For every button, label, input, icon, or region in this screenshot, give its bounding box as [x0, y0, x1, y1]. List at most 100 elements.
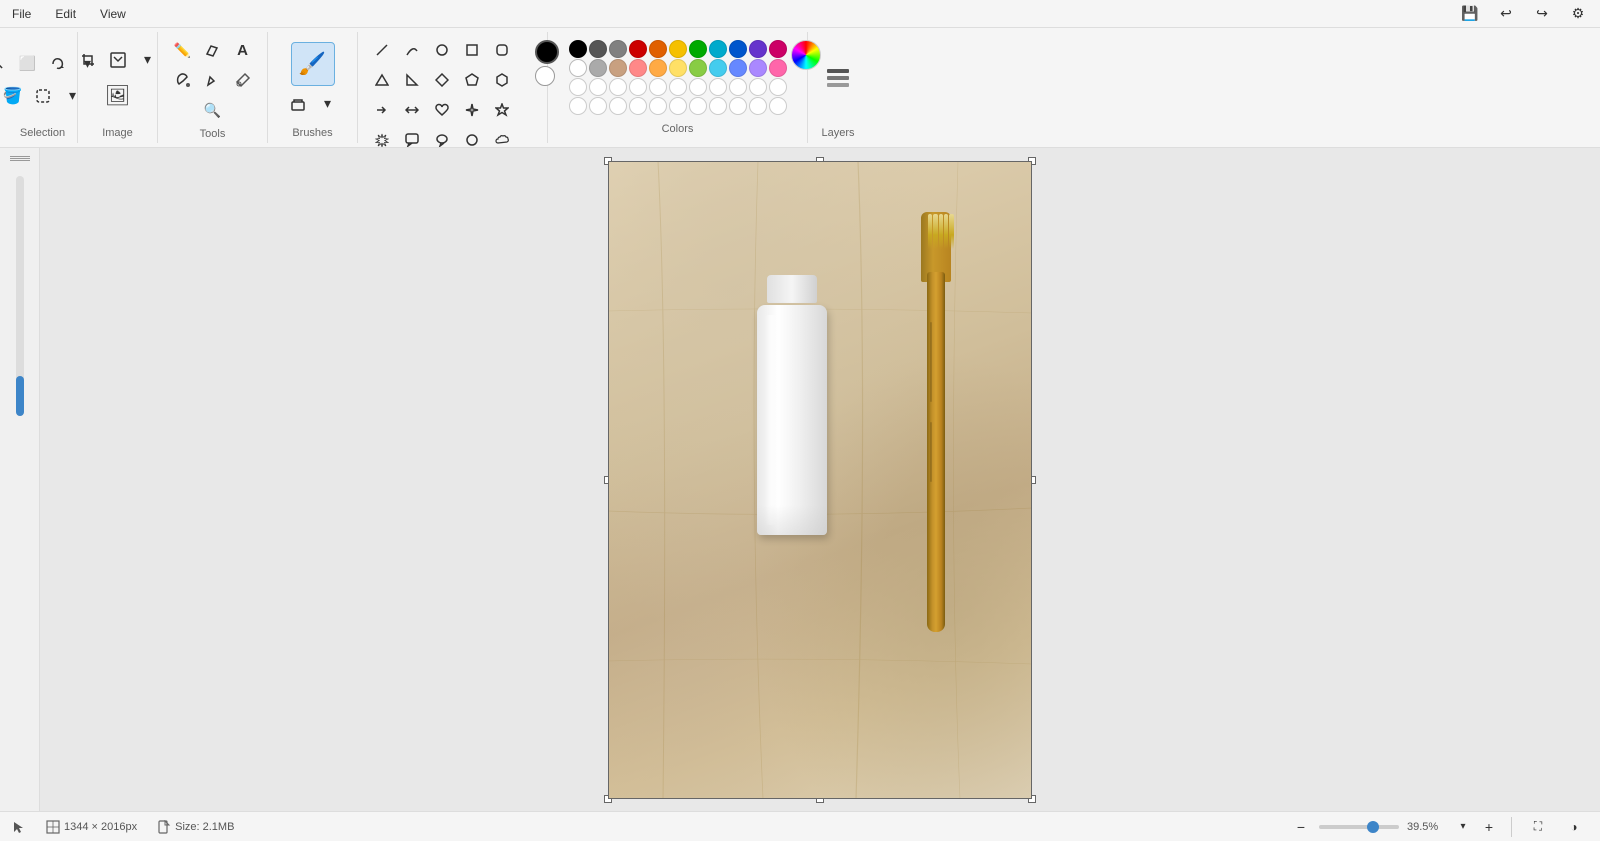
color-light-green[interactable] — [689, 59, 707, 77]
curve-tool[interactable] — [398, 36, 426, 64]
color-light-red[interactable] — [629, 59, 647, 77]
triangle-tool[interactable] — [368, 66, 396, 94]
menu-view[interactable]: View — [96, 5, 130, 23]
color-f2[interactable] — [589, 97, 607, 115]
color-e5[interactable] — [649, 78, 667, 96]
color-e2[interactable] — [589, 78, 607, 96]
color-light-pink[interactable] — [769, 59, 787, 77]
text-tool[interactable]: A — [229, 36, 257, 64]
color-light-purple[interactable] — [749, 59, 767, 77]
cursor-tool[interactable]: ↖ — [0, 50, 12, 78]
rect-tool[interactable] — [458, 36, 486, 64]
paint-bucket-tool[interactable] — [169, 66, 197, 94]
color-dark-gray[interactable] — [589, 40, 607, 58]
scrollbar-thumb[interactable] — [16, 376, 24, 416]
zoom-out-button[interactable]: − — [1291, 817, 1311, 837]
color-pink[interactable] — [769, 40, 787, 58]
undo-button[interactable]: ↩ — [1492, 0, 1520, 28]
menu-file[interactable]: File — [8, 5, 35, 23]
color-e1[interactable] — [569, 78, 587, 96]
color-light-yellow[interactable] — [669, 59, 687, 77]
heart-tool[interactable] — [428, 96, 456, 124]
zoom-slider[interactable] — [1319, 825, 1399, 829]
pentagon-tool[interactable] — [458, 66, 486, 94]
color-e8[interactable] — [709, 78, 727, 96]
lasso-tool[interactable] — [44, 50, 72, 78]
color-tan[interactable] — [609, 59, 627, 77]
select2-tool[interactable] — [29, 82, 57, 110]
crop-tool[interactable] — [74, 46, 102, 74]
zoom-thumb[interactable] — [1367, 821, 1379, 833]
color-blue[interactable] — [729, 40, 747, 58]
background-color[interactable] — [535, 66, 555, 86]
left-panel — [0, 148, 40, 811]
arrow-tool[interactable] — [368, 96, 396, 124]
menu-edit[interactable]: Edit — [51, 5, 80, 23]
color-e4[interactable] — [629, 78, 647, 96]
pencil-tool[interactable]: ✏️ — [169, 36, 197, 64]
brush-erase[interactable] — [284, 90, 312, 118]
dblarrow-tool[interactable] — [398, 96, 426, 124]
color-e3[interactable] — [609, 78, 627, 96]
color-f8[interactable] — [709, 97, 727, 115]
hexagon-tool[interactable] — [488, 66, 516, 94]
line-tool[interactable] — [368, 36, 396, 64]
color-light-gray[interactable] — [589, 59, 607, 77]
color-f11[interactable] — [769, 97, 787, 115]
color-black[interactable] — [569, 40, 587, 58]
color-light-orange[interactable] — [649, 59, 667, 77]
color-light-blue[interactable] — [729, 59, 747, 77]
fill-color-tool[interactable] — [199, 66, 227, 94]
brush-dropdown[interactable]: ▾ — [314, 90, 342, 118]
rrect-tool[interactable] — [488, 36, 516, 64]
color-yellow[interactable] — [669, 40, 687, 58]
image-adjust[interactable] — [104, 46, 132, 74]
layers-button[interactable] — [818, 55, 858, 105]
eraser-tool[interactable] — [199, 36, 227, 64]
color-e11[interactable] — [769, 78, 787, 96]
rect-select-tool[interactable]: ⬜ — [14, 50, 42, 78]
color-purple[interactable] — [749, 40, 767, 58]
layers-section: Layers — [808, 32, 868, 143]
fill-tool[interactable]: 🪣 — [0, 82, 27, 110]
color-e6[interactable] — [669, 78, 687, 96]
color-f1[interactable] — [569, 97, 587, 115]
color-e7[interactable] — [689, 78, 707, 96]
color-f10[interactable] — [749, 97, 767, 115]
redo-button[interactable]: ↪ — [1528, 0, 1556, 28]
dark-mode-button[interactable]: ◑ — [1560, 813, 1588, 841]
color-f6[interactable] — [669, 97, 687, 115]
brush-main[interactable]: 🖌️ — [291, 42, 335, 86]
dimensions-icon — [46, 820, 60, 834]
ellipse-tool[interactable] — [428, 36, 456, 64]
color-f5[interactable] — [649, 97, 667, 115]
color-f7[interactable] — [689, 97, 707, 115]
settings-button[interactable]: ⚙ — [1564, 0, 1592, 28]
color-e10[interactable] — [749, 78, 767, 96]
color-orange[interactable] — [649, 40, 667, 58]
color-f4[interactable] — [629, 97, 647, 115]
foreground-color[interactable] — [535, 40, 559, 64]
image-large[interactable]: 🖼 — [92, 78, 144, 114]
color-light-cyan[interactable] — [709, 59, 727, 77]
color-f3[interactable] — [609, 97, 627, 115]
fit-screen-button[interactable]: ⛶ — [1524, 813, 1552, 841]
star4-tool[interactable] — [458, 96, 486, 124]
color-e9[interactable] — [729, 78, 747, 96]
star-tool[interactable] — [488, 96, 516, 124]
color-f9[interactable] — [729, 97, 747, 115]
vertical-scrollbar[interactable] — [16, 176, 24, 416]
diamond-tool[interactable] — [428, 66, 456, 94]
eyedropper-tool[interactable] — [229, 66, 257, 94]
color-white[interactable] — [569, 59, 587, 77]
zoom-dropdown[interactable]: ▾ — [1455, 817, 1471, 837]
color-cyan[interactable] — [709, 40, 727, 58]
rtriangle-tool[interactable] — [398, 66, 426, 94]
zoom-in-button[interactable]: + — [1479, 817, 1499, 837]
save-button[interactable]: 💾 — [1456, 0, 1484, 28]
color-red[interactable] — [629, 40, 647, 58]
layers-label: Layers — [821, 127, 854, 143]
color-green[interactable] — [689, 40, 707, 58]
color-gray[interactable] — [609, 40, 627, 58]
zoom-tool[interactable]: 🔍 — [199, 96, 227, 124]
